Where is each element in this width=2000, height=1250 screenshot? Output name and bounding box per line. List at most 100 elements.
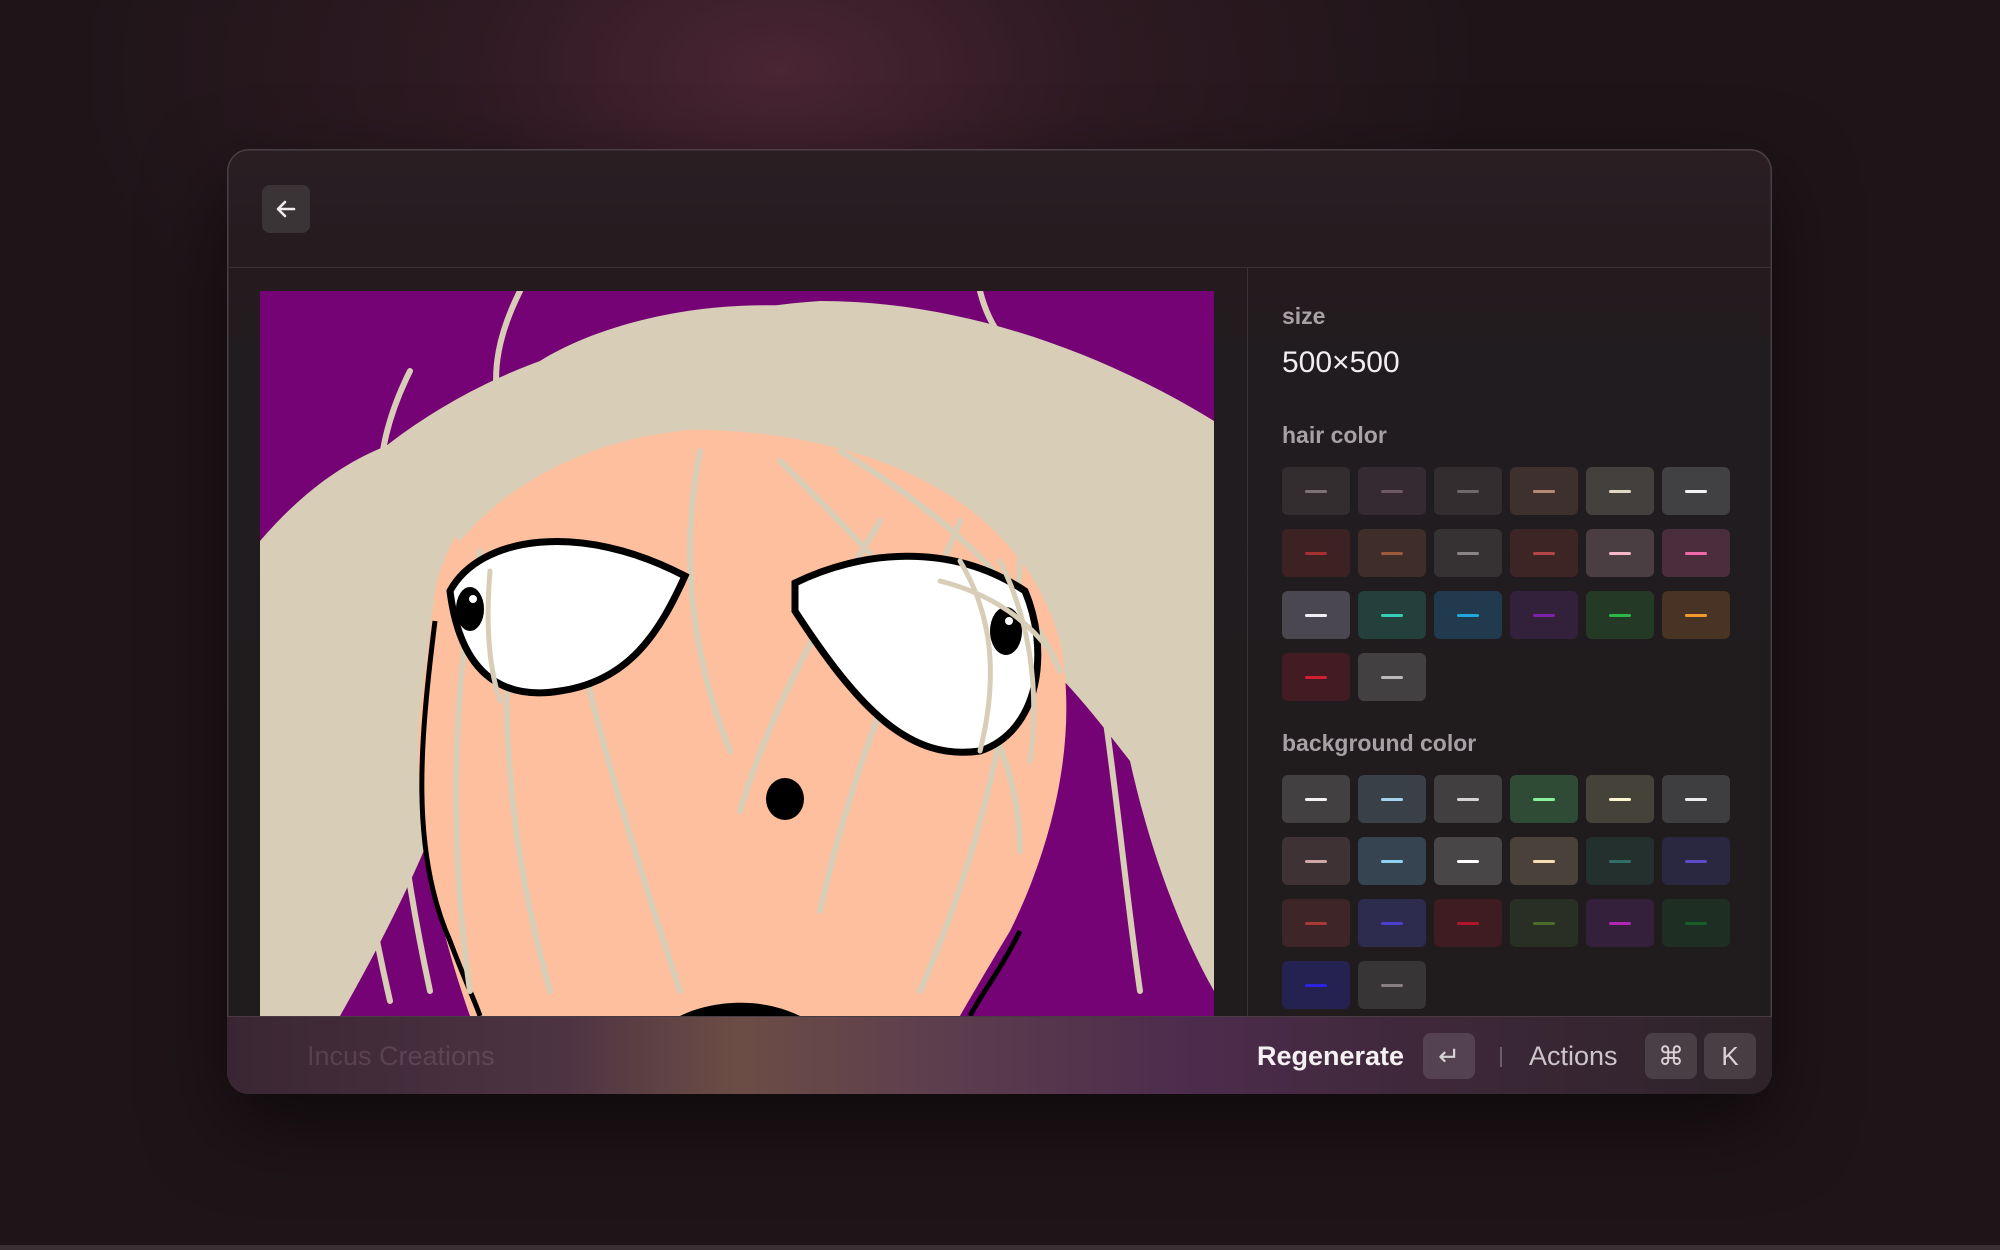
hair-color-swatch-color-line	[1381, 613, 1403, 617]
hair-color-swatch-5[interactable]	[1586, 467, 1654, 515]
window-header	[227, 149, 1772, 268]
background-color-swatch-color-line	[1381, 983, 1403, 987]
background-color-swatch-16[interactable]	[1510, 899, 1578, 947]
hair-color-swatch-color-line	[1381, 551, 1403, 555]
hair-color-swatch-color-line	[1305, 613, 1327, 617]
background-color-swatch-19[interactable]	[1282, 961, 1350, 1009]
background-color-swatch-1[interactable]	[1282, 775, 1350, 823]
background-color-swatch-color-line	[1533, 921, 1555, 925]
hair-color-swatch-color-line	[1533, 489, 1555, 493]
hair-color-swatch-color-line	[1533, 613, 1555, 617]
background-color-swatch-18[interactable]	[1662, 899, 1730, 947]
background-color-swatch-color-line	[1305, 797, 1327, 801]
background-color-swatch-color-line	[1305, 859, 1327, 863]
hair-color-swatch-16[interactable]	[1510, 591, 1578, 639]
background-color-swatch-color-line	[1457, 921, 1479, 925]
background-color-swatch-color-line	[1381, 797, 1403, 801]
hair-color-swatch-10[interactable]	[1510, 529, 1578, 577]
background-color-swatch-color-line	[1685, 859, 1707, 863]
hair-color-swatch-color-line	[1533, 551, 1555, 555]
hair-color-swatches	[1282, 467, 1730, 701]
enter-key-icon: ↵	[1423, 1033, 1475, 1079]
background-color-swatch-color-line	[1305, 983, 1327, 987]
hair-color-swatch-15[interactable]	[1434, 591, 1502, 639]
background-color-swatch-color-line	[1533, 797, 1555, 801]
background-color-swatch-11[interactable]	[1586, 837, 1654, 885]
extension-window: size 500×500 hair color background color…	[227, 149, 1772, 1094]
background-color-swatch-10[interactable]	[1510, 837, 1578, 885]
hair-color-swatch-color-line	[1305, 675, 1327, 679]
hair-color-swatch-13[interactable]	[1282, 591, 1350, 639]
command-key-icon: ⌘	[1645, 1033, 1697, 1079]
hair-color-swatch-color-line	[1685, 613, 1707, 617]
background-color-swatch-8[interactable]	[1358, 837, 1426, 885]
hair-color-swatch-19[interactable]	[1282, 653, 1350, 701]
hair-color-swatch-color-line	[1305, 551, 1327, 555]
hair-color-swatch-color-line	[1457, 551, 1479, 555]
preview-pane	[227, 268, 1248, 1016]
background-color-swatch-color-line	[1685, 797, 1707, 801]
background-color-swatch-13[interactable]	[1282, 899, 1350, 947]
hair-color-swatch-8[interactable]	[1358, 529, 1426, 577]
hair-color-swatch-2[interactable]	[1358, 467, 1426, 515]
hair-color-swatch-6[interactable]	[1662, 467, 1730, 515]
background-color-swatch-color-line	[1609, 859, 1631, 863]
background-color-swatches	[1282, 775, 1730, 1009]
hair-color-label: hair color	[1282, 422, 1387, 448]
background-color-swatch-2[interactable]	[1358, 775, 1426, 823]
dock-strip	[0, 1245, 2000, 1250]
background-color-swatch-color-line	[1685, 921, 1707, 925]
generated-face-image	[260, 291, 1214, 1016]
action-bar: Incus Creations Regenerate ↵ Actions ⌘ K	[227, 1016, 1772, 1094]
size-label: size	[1282, 303, 1326, 329]
background-color-swatch-17[interactable]	[1586, 899, 1654, 947]
background-color-swatch-color-line	[1457, 859, 1479, 863]
background-color-swatch-color-line	[1381, 921, 1403, 925]
background-color-swatch-5[interactable]	[1586, 775, 1654, 823]
background-color-swatch-6[interactable]	[1662, 775, 1730, 823]
background-color-swatch-color-line	[1457, 797, 1479, 801]
back-button[interactable]	[262, 185, 310, 233]
k-key: K	[1704, 1033, 1756, 1079]
hair-color-swatch-17[interactable]	[1586, 591, 1654, 639]
hair-color-swatch-color-line	[1457, 613, 1479, 617]
footer-divider	[1500, 1047, 1502, 1067]
regenerate-button[interactable]: Regenerate	[1257, 1041, 1404, 1072]
options-panel: size 500×500 hair color background color	[1249, 268, 1772, 1016]
background-color-swatch-4[interactable]	[1510, 775, 1578, 823]
background-color-swatch-14[interactable]	[1358, 899, 1426, 947]
hair-color-swatch-11[interactable]	[1586, 529, 1654, 577]
hair-color-swatch-color-line	[1381, 489, 1403, 493]
hair-color-swatch-color-line	[1685, 489, 1707, 493]
background-color-swatch-12[interactable]	[1662, 837, 1730, 885]
size-value: 500×500	[1282, 346, 1400, 379]
arrow-left-icon	[276, 200, 296, 218]
hair-color-swatch-color-line	[1609, 551, 1631, 555]
background-color-swatch-color-line	[1381, 859, 1403, 863]
background-color-swatch-20[interactable]	[1358, 961, 1426, 1009]
background-color-swatch-color-line	[1609, 797, 1631, 801]
hair-color-swatch-14[interactable]	[1358, 591, 1426, 639]
hair-color-swatch-12[interactable]	[1662, 529, 1730, 577]
actions-button[interactable]: Actions	[1529, 1041, 1618, 1072]
footer-title: Incus Creations	[307, 1041, 495, 1071]
background-color-swatch-7[interactable]	[1282, 837, 1350, 885]
hair-color-swatch-9[interactable]	[1434, 529, 1502, 577]
hair-color-swatch-20[interactable]	[1358, 653, 1426, 701]
hair-color-swatch-7[interactable]	[1282, 529, 1350, 577]
background-color-swatch-color-line	[1609, 921, 1631, 925]
hair-color-swatch-color-line	[1305, 489, 1327, 493]
hair-color-swatch-18[interactable]	[1662, 591, 1730, 639]
hair-color-swatch-color-line	[1609, 489, 1631, 493]
background-color-swatch-15[interactable]	[1434, 899, 1502, 947]
background-color-swatch-3[interactable]	[1434, 775, 1502, 823]
hair-color-swatch-color-line	[1457, 489, 1479, 493]
hair-color-swatch-1[interactable]	[1282, 467, 1350, 515]
background-color-swatch-color-line	[1305, 921, 1327, 925]
hair-color-swatch-4[interactable]	[1510, 467, 1578, 515]
hair-color-swatch-color-line	[1381, 675, 1403, 679]
hair-color-swatch-color-line	[1609, 613, 1631, 617]
hair-color-swatch-color-line	[1685, 551, 1707, 555]
background-color-swatch-9[interactable]	[1434, 837, 1502, 885]
hair-color-swatch-3[interactable]	[1434, 467, 1502, 515]
